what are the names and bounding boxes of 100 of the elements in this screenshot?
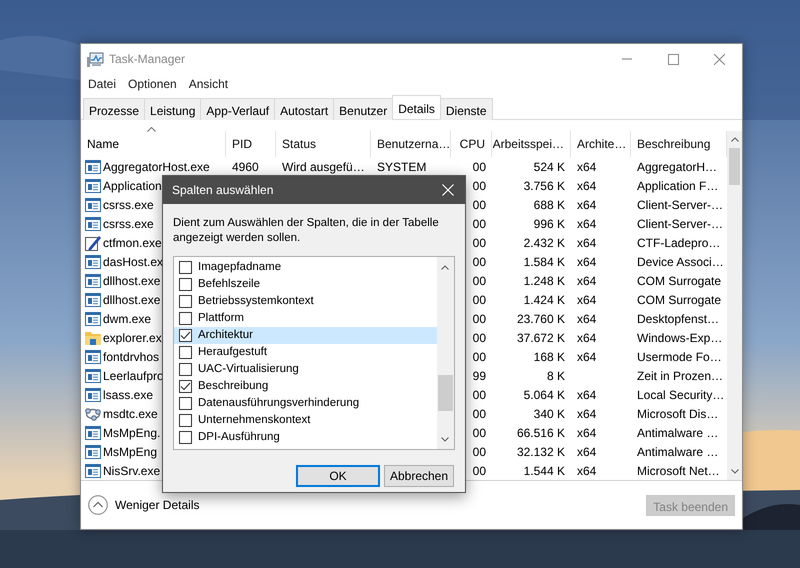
checkbox[interactable] (179, 363, 192, 376)
column-option[interactable]: Heraufgestuft (174, 344, 437, 361)
pid-cell-text: 4960 (232, 158, 259, 176)
column-option[interactable]: Beschreibung (174, 378, 437, 395)
menu-item[interactable]: Optionen (122, 75, 183, 93)
column-header[interactable]: Name (87, 135, 120, 153)
architecture-cell-text: x64 (577, 462, 596, 480)
description-cell-text: COM Surrogate (637, 272, 722, 290)
tab[interactable]: Benutzer (333, 98, 394, 120)
column-option[interactable]: Architektur (174, 327, 437, 344)
option-label: Befehlszeile (198, 276, 260, 292)
cpu-cell-text: 00 (472, 348, 486, 366)
column-header[interactable]: Beschreibung (637, 135, 710, 153)
column-option[interactable]: Unternehmenskontext (174, 412, 437, 429)
checkbox[interactable] (179, 278, 192, 291)
checkbox[interactable] (179, 346, 192, 359)
scroll-up-icon[interactable] (441, 265, 449, 270)
process-name[interactable]: dllhost.exe (103, 272, 160, 290)
cpu-cell-text: 00 (472, 158, 486, 176)
checkbox[interactable] (179, 329, 192, 342)
process-name[interactable]: NisSrv.exe (103, 462, 160, 480)
scroll-down-icon[interactable] (731, 469, 739, 474)
memory-cell-text: 66.516 K (516, 424, 565, 442)
scrollbar[interactable] (727, 131, 742, 480)
column-option[interactable]: Imagepfadname (174, 259, 437, 276)
description-cell-text: COM Surrogate (637, 292, 722, 308)
checkbox[interactable] (179, 312, 192, 325)
close-icon (442, 184, 454, 196)
window-icon (85, 444, 101, 458)
column-option[interactable]: DPI-Ausführung (174, 429, 437, 446)
process-name[interactable]: MsMpEng (103, 442, 158, 460)
tab[interactable]: Leistung (144, 98, 202, 120)
column-header[interactable]: PID (232, 135, 252, 153)
process-name[interactable]: dwm.exe (103, 310, 152, 328)
column-header[interactable]: Arbeitsspei… (492, 135, 564, 153)
ok-button[interactable]: OK (296, 465, 380, 487)
column-option[interactable]: Betriebssystemkontext (174, 293, 437, 310)
menu-item[interactable]: Datei (82, 75, 122, 93)
process-name[interactable]: dasHost.ex (103, 252, 164, 270)
cancel-button[interactable]: Abbrechen (384, 465, 454, 487)
process-name[interactable]: AggregatorHost.exe (103, 158, 210, 176)
window-icon (85, 312, 101, 326)
tab[interactable]: Prozesse (83, 98, 146, 120)
tab[interactable]: Autostart (274, 98, 334, 120)
cpu-cell-text: 00 (472, 444, 486, 460)
description-cell-text: Local Security… (637, 386, 724, 404)
process-name[interactable]: ctfmon.exe (103, 234, 162, 252)
process-name[interactable]: fontdrvhos (103, 348, 160, 366)
option-label: Imagepfadname (198, 260, 282, 275)
column-option[interactable]: Befehlszeile (174, 276, 437, 293)
window-icon (85, 350, 101, 364)
checkbox[interactable] (179, 380, 192, 393)
menu-item[interactable]: Ansicht (182, 75, 234, 93)
dialog-title: Spalten auswählen (172, 182, 274, 199)
architecture-cell-text: x64 (577, 254, 596, 270)
process-name[interactable]: MsMpEng. (103, 424, 160, 442)
fewer-details-button[interactable]: Weniger Details (88, 495, 200, 515)
process-name[interactable]: explorer.ex (103, 328, 162, 346)
column-option[interactable]: Plattform (174, 310, 437, 327)
tab[interactable]: App-Verlauf (200, 98, 276, 120)
description-cell-text: Zeit in Prozen… (637, 368, 724, 384)
app-icon (87, 52, 104, 66)
process-name[interactable]: Leerlaufpro (103, 366, 164, 384)
process-name[interactable]: csrss.exe (103, 196, 154, 214)
column-header[interactable]: Benutzerna… (377, 135, 450, 153)
window-icon (85, 368, 101, 382)
window-icon (85, 216, 101, 230)
architecture-cell-text: x64 (577, 444, 596, 460)
window-icon (85, 292, 101, 306)
column-option[interactable]: UAC-Virtualisierung (174, 361, 437, 378)
description-cell-text: Usermode Fo… (637, 348, 722, 366)
scroll-thumb[interactable] (729, 148, 740, 185)
tab[interactable]: Dienste (440, 98, 493, 120)
checkbox[interactable] (179, 295, 192, 308)
process-name[interactable]: csrss.exe (103, 214, 154, 232)
column-header[interactable]: Archite… (577, 135, 626, 153)
column-header[interactable]: Status (282, 135, 316, 153)
architecture-cell-text: x64 (577, 178, 596, 194)
column-option[interactable]: Datenausführungsverhinderung (174, 395, 437, 412)
scroll-thumb[interactable] (438, 375, 453, 411)
option-label: Architektur (198, 328, 253, 343)
checkbox[interactable] (179, 431, 192, 444)
process-name[interactable]: Application (103, 176, 162, 194)
process-name[interactable]: lsass.exe (103, 386, 154, 404)
memory-cell-text: 5.064 K (524, 386, 565, 404)
memory-cell-text: 340 K (534, 406, 565, 422)
cpu-cell-text: 00 (472, 462, 486, 480)
option-label: Datenausführungsverhinderung (198, 396, 360, 411)
column-header[interactable]: CPU (460, 135, 485, 153)
checkbox[interactable] (179, 414, 192, 427)
description-cell-text: Antimalware … (637, 424, 718, 442)
checkbox[interactable] (179, 397, 192, 410)
scrollbar[interactable] (437, 257, 454, 449)
process-name[interactable]: dllhost.exe (103, 290, 160, 308)
checkbox[interactable] (179, 261, 192, 274)
description-cell-text: Microsoft Net… (637, 462, 720, 480)
process-name[interactable]: msdtc.exe (103, 404, 158, 422)
memory-cell-text: 524 K (534, 158, 565, 176)
scroll-down-icon[interactable] (441, 437, 449, 442)
scroll-up-icon[interactable] (731, 137, 739, 142)
